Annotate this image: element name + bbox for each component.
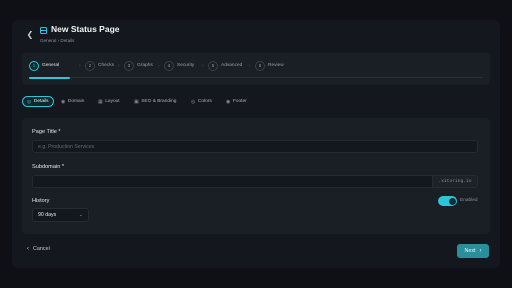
step-label: Review <box>268 63 284 68</box>
tab-label: Colors <box>197 99 212 104</box>
page-title-input[interactable] <box>32 140 478 153</box>
history-select[interactable]: 90 days ⌄ <box>32 208 89 222</box>
step-label: Security <box>177 63 195 68</box>
step-number: 1 <box>29 60 39 71</box>
step-number: 6 <box>255 60 265 71</box>
step-label: General <box>42 63 60 68</box>
next-button[interactable]: Next › <box>457 244 489 258</box>
tab-footer[interactable]: ◉ Footer <box>222 96 251 107</box>
tab-details[interactable]: ◎ Details <box>22 96 54 107</box>
tab-colors[interactable]: ◎ Colors <box>187 96 216 107</box>
chevron-down-icon: ⌄ <box>78 212 83 218</box>
tab-layout[interactable]: ▦ Layout <box>94 96 124 107</box>
window-icon <box>40 27 47 34</box>
step-number: 3 <box>124 60 134 71</box>
step-label: Advanced <box>221 63 243 68</box>
wizard-steps: 1 General › 2 Checks › 3 Graphs › 4 Secu… <box>22 53 490 85</box>
breadcrumb: General › Details <box>40 38 75 43</box>
step-separator: › <box>249 63 251 69</box>
tab-label: Layout <box>105 99 120 104</box>
step-number: 5 <box>208 60 218 71</box>
subdomain-label: Subdomain * <box>32 164 65 170</box>
tab-label: SEO & Branding <box>141 99 177 104</box>
step-graphs[interactable]: 3 Graphs <box>124 60 153 71</box>
tab-label: Domain <box>67 99 85 104</box>
details-form: Page Title * Subdomain * .xitoring.io Hi… <box>22 118 490 234</box>
step-separator: › <box>158 63 160 69</box>
page-title-label: Page Title * <box>32 129 61 135</box>
chevron-left-icon: ‹ <box>27 246 29 252</box>
history-value: 90 days <box>38 212 57 218</box>
cancel-label: Cancel <box>33 246 50 252</box>
chevron-left-icon[interactable]: ❮ <box>25 29 35 39</box>
history-toggle-label: Enabled <box>460 198 478 203</box>
step-number: 2 <box>85 60 95 71</box>
status-page-wizard: ❮ New Status Page General › Details 1 Ge… <box>12 20 500 268</box>
layout-icon: ▦ <box>98 98 103 105</box>
subdomain-input[interactable] <box>32 175 433 188</box>
tab-domain[interactable]: ◉ Domain <box>57 96 88 107</box>
step-progress-track <box>29 77 483 78</box>
next-label: Next <box>464 248 476 254</box>
step-separator: › <box>79 63 81 69</box>
step-progress-bar <box>29 76 70 79</box>
history-toggle[interactable] <box>438 196 457 206</box>
step-separator: › <box>118 63 120 69</box>
step-general[interactable]: 1 General <box>29 60 59 71</box>
subdomain-suffix: .xitoring.io <box>433 175 478 188</box>
tab-seo-branding[interactable]: ▣ SEO & Branding <box>130 96 180 107</box>
step-separator: › <box>202 63 204 69</box>
circle-icon: ◎ <box>27 98 32 105</box>
step-security[interactable]: 4 Security <box>164 60 194 71</box>
toggle-knob <box>448 197 456 205</box>
step-number: 4 <box>164 60 174 71</box>
page-title: New Status Page <box>51 24 120 34</box>
history-label: History <box>32 198 50 204</box>
step-checks[interactable]: 2 Checks <box>85 60 114 71</box>
step-review[interactable]: 6 Review <box>255 60 284 71</box>
globe-icon: ◉ <box>61 98 66 105</box>
step-label: Checks <box>98 63 114 68</box>
step-advanced[interactable]: 5 Advanced <box>208 60 242 71</box>
tab-label: Footer <box>232 99 247 104</box>
step-label: Graphs <box>137 63 153 68</box>
cancel-button[interactable]: ‹ Cancel <box>27 246 50 252</box>
tab-label: Details <box>33 99 49 104</box>
image-icon: ▣ <box>134 98 139 105</box>
palette-icon: ◎ <box>191 98 196 105</box>
footer-icon: ◉ <box>226 98 231 105</box>
chevron-right-icon: › <box>479 248 482 254</box>
